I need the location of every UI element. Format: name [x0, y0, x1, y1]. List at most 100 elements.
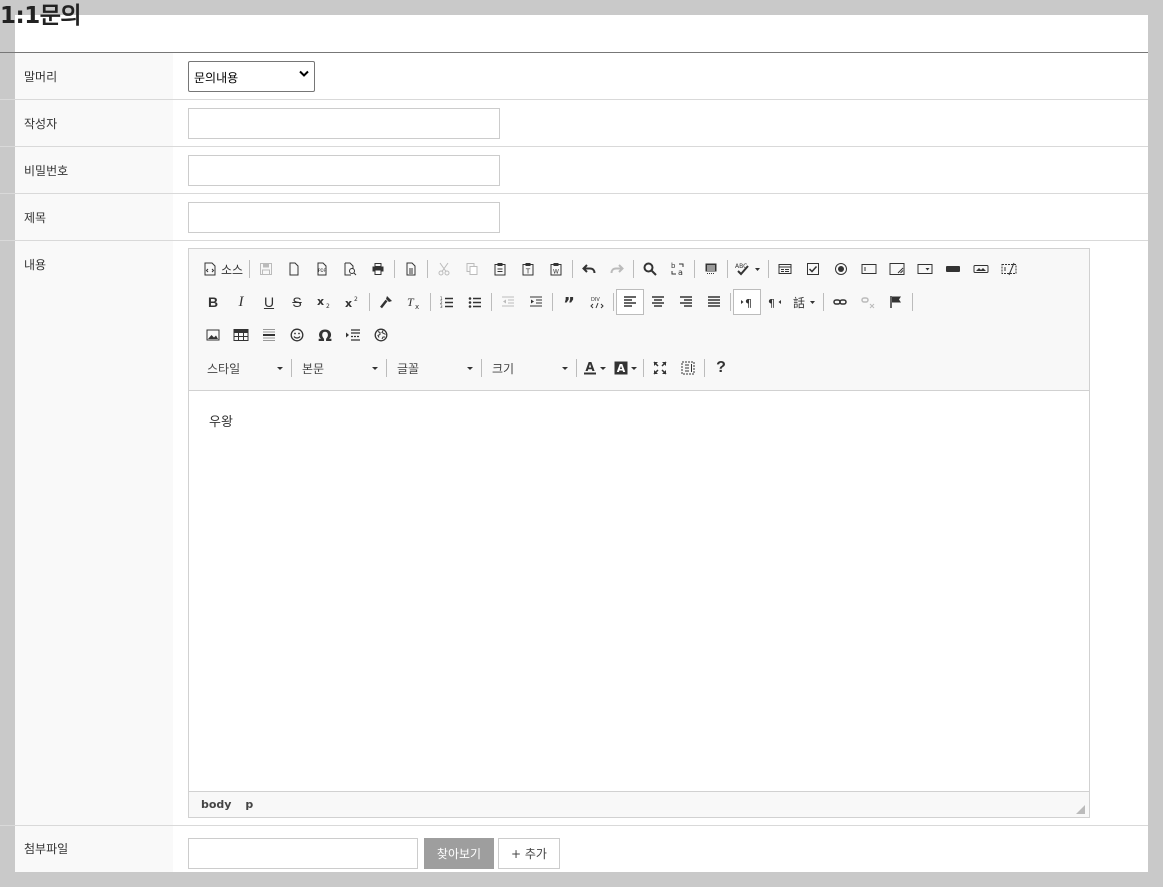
div-icon[interactable]: DIV	[583, 289, 611, 315]
find-icon[interactable]	[636, 256, 664, 282]
size-combo[interactable]: 크기	[484, 356, 574, 380]
image-icon[interactable]	[199, 322, 227, 348]
preview-icon[interactable]	[336, 256, 364, 282]
bulleted-list-icon[interactable]	[461, 289, 489, 315]
subscript-icon[interactable]: x2	[311, 289, 339, 315]
rtl-icon[interactable]: ¶	[761, 289, 789, 315]
textarea-icon[interactable]	[883, 256, 911, 282]
form-icon[interactable]	[771, 256, 799, 282]
svg-text:A: A	[585, 361, 595, 374]
toolbar-separator	[427, 260, 429, 278]
ltr-icon[interactable]: ¶	[733, 289, 761, 315]
templates-icon[interactable]	[397, 256, 425, 282]
path-item-body[interactable]: body	[201, 798, 231, 811]
label-cell: 비밀번호	[15, 147, 173, 193]
password-input[interactable]	[188, 155, 500, 186]
superscript-icon[interactable]: x2	[339, 289, 367, 315]
copy-format-icon[interactable]	[372, 289, 400, 315]
radio-icon[interactable]	[827, 256, 855, 282]
style-combo[interactable]: 스타일	[199, 356, 289, 380]
indent-icon[interactable]	[522, 289, 550, 315]
toolbar-separator	[481, 359, 482, 377]
svg-text:T: T	[525, 268, 531, 276]
label-cell: 첨부파일	[15, 826, 173, 872]
bg-color-button[interactable]: A	[610, 355, 641, 381]
browse-button[interactable]: 찾아보기	[424, 838, 494, 869]
cut-icon[interactable]	[430, 256, 458, 282]
editor-content-area[interactable]: 우왕	[189, 391, 1089, 791]
outdent-icon[interactable]	[494, 289, 522, 315]
svg-text:x: x	[415, 303, 419, 309]
header-select[interactable]: 문의내용	[188, 61, 315, 92]
page-break-icon[interactable]	[339, 322, 367, 348]
header-select-value: 문의내용	[194, 71, 239, 85]
source-icon	[203, 262, 217, 276]
file-name-input[interactable]	[188, 838, 418, 869]
spellcheck-icon[interactable]: ABC	[730, 256, 766, 282]
iframe-icon[interactable]	[367, 322, 395, 348]
chevron-down-icon	[562, 366, 568, 370]
justify-icon[interactable]	[700, 289, 728, 315]
bold-icon[interactable]: B	[199, 289, 227, 315]
table-icon[interactable]	[227, 322, 255, 348]
redo-icon[interactable]	[603, 256, 631, 282]
anchor-icon[interactable]	[882, 289, 910, 315]
resize-handle[interactable]	[1076, 805, 1085, 814]
unlink-icon[interactable]	[854, 289, 882, 315]
maximize-icon[interactable]	[646, 355, 674, 381]
smiley-icon[interactable]	[283, 322, 311, 348]
help-icon[interactable]: ?	[707, 355, 735, 381]
button-icon[interactable]	[939, 256, 967, 282]
path-item-p[interactable]: p	[245, 798, 253, 811]
underline-icon[interactable]: U	[255, 289, 283, 315]
copy-icon[interactable]	[458, 256, 486, 282]
format-combo[interactable]: 본문	[294, 356, 384, 380]
print-icon[interactable]	[364, 256, 392, 282]
pdf-icon[interactable]: PDF	[308, 256, 336, 282]
checkbox-icon[interactable]	[799, 256, 827, 282]
blockquote-icon[interactable]: ”	[555, 289, 583, 315]
new-page-icon[interactable]	[280, 256, 308, 282]
save-icon[interactable]	[252, 256, 280, 282]
show-blocks-icon[interactable]	[674, 355, 702, 381]
select-icon[interactable]	[911, 256, 939, 282]
horizontal-rule-icon[interactable]	[255, 322, 283, 348]
svg-text:¶: ¶	[768, 297, 775, 309]
paste-icon[interactable]	[486, 256, 514, 282]
hiddenfield-icon[interactable]	[995, 256, 1023, 282]
toolbar-row-4: 스타일 본문 글꼴 크기 A A ?	[199, 355, 735, 381]
toolbar-separator	[572, 260, 574, 278]
select-all-icon[interactable]	[697, 256, 725, 282]
toolbar-separator	[704, 359, 705, 377]
undo-icon[interactable]	[575, 256, 603, 282]
paste-text-icon[interactable]: T	[514, 256, 542, 282]
special-char-icon[interactable]: Ω	[311, 322, 339, 348]
label-cell: 작성자	[15, 100, 173, 146]
remove-format-icon[interactable]: Tx	[400, 289, 428, 315]
paste-word-icon[interactable]: W	[542, 256, 570, 282]
subject-input[interactable]	[188, 202, 500, 233]
align-right-icon[interactable]	[672, 289, 700, 315]
source-button[interactable]: 소스	[199, 256, 247, 282]
font-combo[interactable]: 글꼴	[389, 356, 479, 380]
svg-text:2: 2	[326, 303, 330, 309]
numbered-list-icon[interactable]: 123	[433, 289, 461, 315]
toolbar-separator	[394, 260, 396, 278]
add-file-button[interactable]: + 추가	[498, 838, 560, 869]
editor-content-text: 우왕	[209, 415, 233, 430]
chevron-down-icon	[467, 366, 473, 370]
textfield-icon[interactable]	[855, 256, 883, 282]
language-icon[interactable]: 話	[789, 289, 821, 315]
text-color-button[interactable]: A	[579, 355, 610, 381]
password-label: 비밀번호	[24, 164, 69, 178]
replace-icon[interactable]: ba	[664, 256, 692, 282]
author-input[interactable]	[188, 108, 500, 139]
text-color-icon: A	[583, 361, 597, 375]
align-center-icon[interactable]	[644, 289, 672, 315]
strike-icon[interactable]: S	[283, 289, 311, 315]
italic-icon[interactable]: I	[227, 289, 255, 315]
link-icon[interactable]	[826, 289, 854, 315]
svg-text:a: a	[678, 268, 683, 277]
imagebutton-icon[interactable]	[967, 256, 995, 282]
align-left-icon[interactable]	[616, 289, 644, 315]
